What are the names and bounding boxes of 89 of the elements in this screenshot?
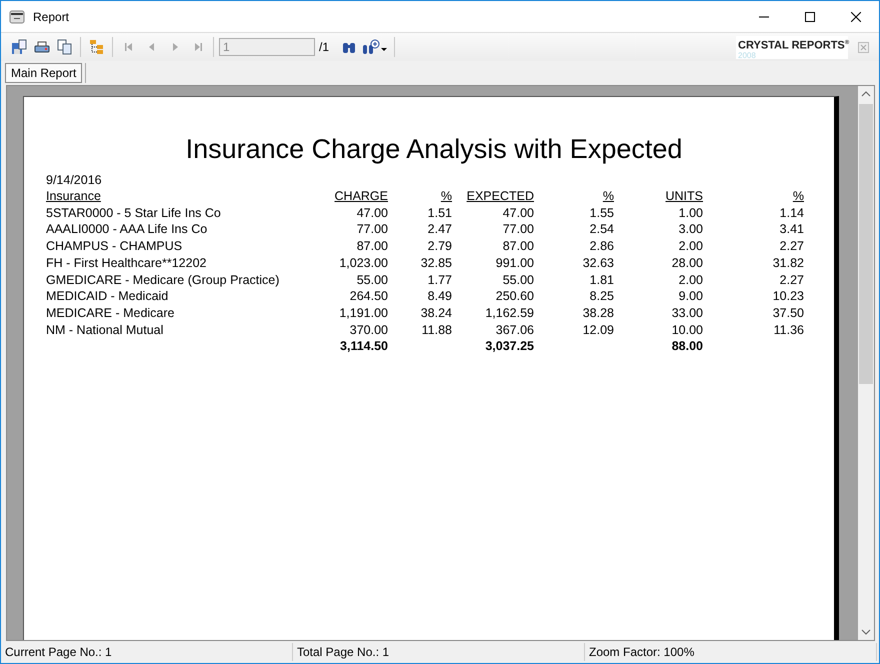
status-text: Total Page No.: 1 (293, 643, 585, 661)
printer-icon (34, 39, 50, 55)
maximize-icon (805, 12, 815, 22)
table-cell-text: 1,191.00 (338, 304, 388, 322)
table-cell-text: 2.47 (426, 221, 452, 238)
table-cell-text: 32.63 (582, 254, 614, 272)
status-text: Current Page No.: 1 (1, 643, 293, 661)
table-cell-text: FH - First Healthcare**12202 (46, 254, 208, 272)
table-cell-text: 28.00 (670, 254, 703, 272)
table-cell-text: 47.00 (356, 204, 388, 222)
column-header: CHARGE (334, 188, 388, 205)
table-cell-text: 32.85 (420, 254, 452, 272)
copy-icon (56, 39, 72, 55)
table-cell-text: 77.00 (502, 221, 534, 238)
table-cell-text: 1.00 (678, 204, 703, 222)
report-date: 9/14/2016 (46, 173, 103, 187)
column-header: UNITS (666, 188, 703, 205)
table-cell-text: 1,023.00 (338, 254, 388, 272)
table-cell-text: 47.00 (502, 204, 534, 222)
column-header: Insurance (46, 188, 101, 205)
table-cell-text: 12.09 (582, 322, 614, 338)
table-cell-text: 55.00 (502, 272, 534, 288)
report-title: Insurance Charge Analysis with Expected (184, 134, 684, 165)
table-cell-text: 9.00 (678, 288, 703, 305)
table-cell-text: 1.14 (778, 204, 804, 222)
status-text: Zoom Factor: 100% (585, 643, 877, 661)
table-cell-text: CHAMPUS - CHAMPUS (46, 238, 184, 255)
table-cell-text: 33.00 (670, 304, 703, 322)
table-cell-text: 11.88 (420, 322, 452, 338)
table-cell-text: 2.27 (778, 272, 804, 288)
table-cell-text: AAALI0000 - AAA Life Ins Co (46, 221, 208, 238)
table-cell-text: 31.82 (772, 254, 804, 272)
total-cell-text: 3,114.50 (339, 338, 388, 356)
table-cell-text: 1,162.59 (484, 304, 534, 322)
column-header: EXPECTED (466, 188, 534, 205)
column-header: % (440, 188, 452, 205)
table-cell-text: 367.06 (494, 322, 534, 338)
vertical-scrollbar[interactable] (858, 86, 874, 640)
table-cell-text: 2.54 (588, 221, 614, 238)
table-cell-text: 1.51 (426, 204, 452, 222)
table-cell-text: 77.00 (356, 221, 388, 238)
table-cell-text: 87.00 (502, 238, 534, 255)
report-tab[interactable]: Main Report (5, 63, 82, 83)
first-page-icon (124, 42, 134, 52)
table-cell-text: 2.00 (678, 238, 703, 255)
total-cell-text: 3,037.25 (484, 338, 534, 356)
product-logo: CRYSTAL REPORTS$^{®}$ 2008 (736, 36, 848, 58)
table-cell-text: 38.28 (582, 304, 614, 322)
table-cell-text: 2.00 (678, 272, 703, 288)
table-cell-text: 250.60 (494, 288, 534, 305)
table-cell-text: 3.41 (778, 221, 804, 238)
table-cell-text: 2.86 (588, 238, 614, 255)
table-cell-text: 370.00 (348, 322, 388, 338)
table-cell-text: 1.77 (426, 272, 452, 288)
column-header: % (792, 188, 804, 205)
zoom-icon (362, 39, 388, 55)
scroll-thumb[interactable] (859, 104, 873, 384)
last-page-icon (192, 42, 202, 52)
table-cell-text: 8.25 (588, 288, 614, 305)
close-icon (851, 12, 861, 22)
table-cell-text: 2.79 (426, 238, 452, 255)
table-cell-text: 55.00 (356, 272, 388, 288)
table-cell-text: 5STAR0000 - 5 Star Life Ins Co (46, 204, 222, 222)
table-cell-text: MEDICARE - Medicare (46, 304, 176, 322)
table-cell-text: 1.55 (588, 204, 614, 222)
close-icon[interactable] (858, 42, 869, 52)
table-cell-text: 8.49 (426, 288, 452, 305)
table-cell-text: 87.00 (356, 238, 388, 255)
page-total: /1 (319, 40, 330, 54)
table-cell-text: 37.50 (772, 304, 804, 322)
floppy-disk-icon (10, 39, 26, 55)
table-cell-text: MEDICAID - Medicaid (46, 288, 170, 305)
table-cell-text: 3.00 (678, 221, 703, 238)
column-header: % (602, 188, 614, 205)
table-cell-text: 264.50 (348, 288, 388, 305)
table-cell-text: 10.23 (772, 288, 804, 305)
table-cell-text: 991.00 (494, 254, 534, 272)
previous-icon (146, 42, 156, 52)
table-cell-text: 10.00 (670, 322, 703, 338)
table-cell-text: 38.24 (420, 304, 452, 322)
table-cell-text: NM - National Mutual (46, 322, 164, 338)
window-title: Report (33, 10, 70, 24)
tree-icon (88, 39, 104, 55)
table-cell-text: 11.36 (772, 322, 804, 338)
total-cell-text: 88.00 (670, 338, 703, 356)
table-cell-text: 1.81 (588, 272, 614, 288)
report-icon (9, 10, 25, 24)
table-cell-text: GMEDICARE - Medicare (Group Practice) (46, 272, 280, 288)
table-cell-text: 2.27 (778, 238, 804, 255)
